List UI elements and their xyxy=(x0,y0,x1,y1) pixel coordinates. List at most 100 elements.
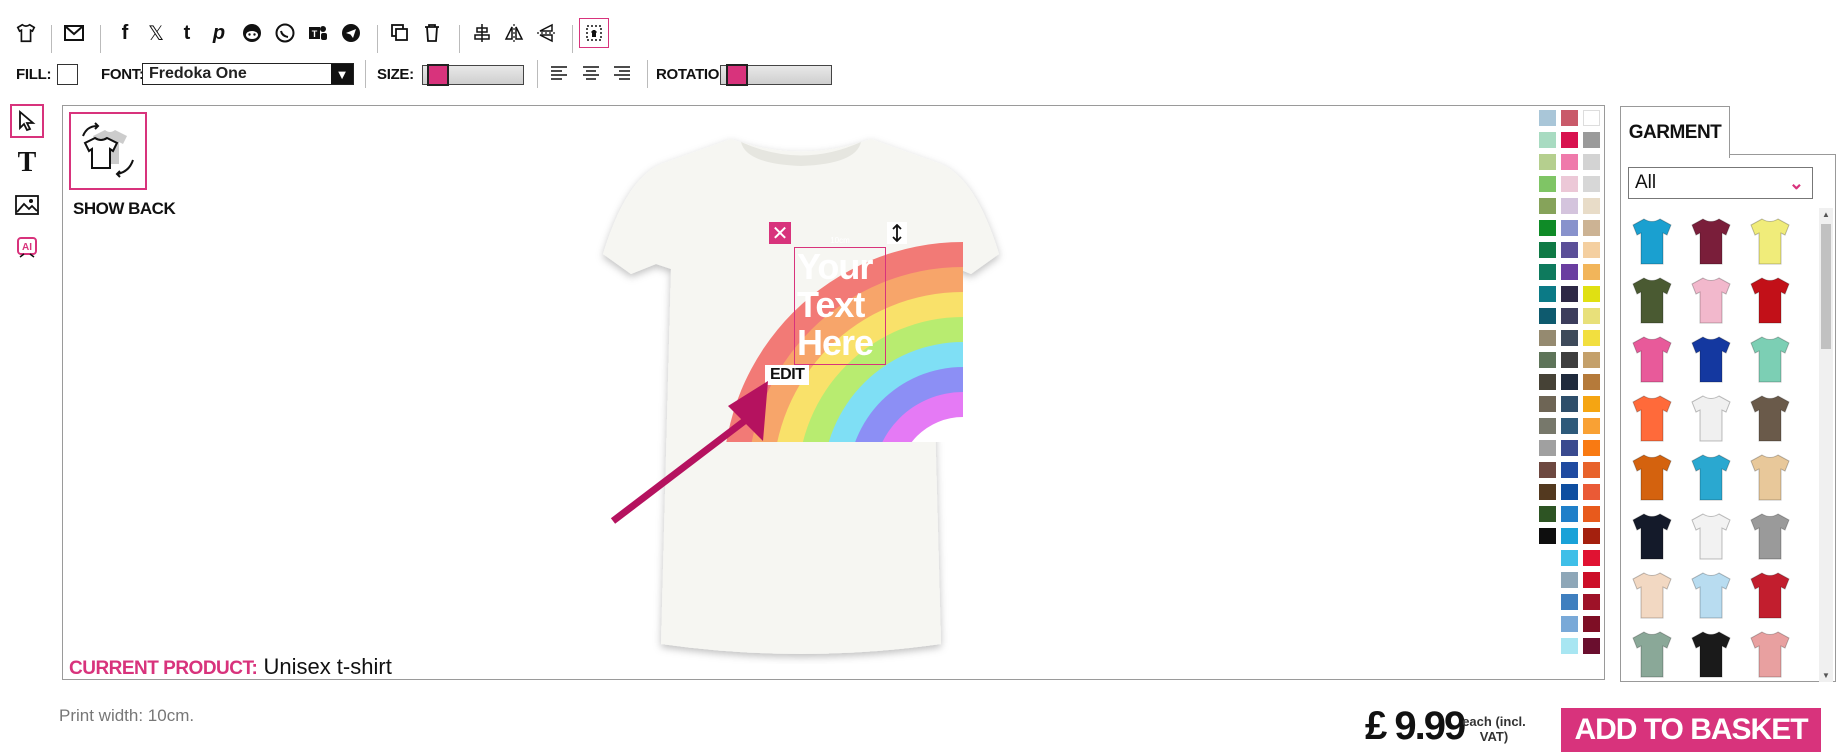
reddit-icon[interactable] xyxy=(237,18,267,48)
garment-item-pink-tshirt[interactable] xyxy=(1688,274,1734,326)
garment-item-olive-tshirt[interactable] xyxy=(1629,274,1675,326)
color-swatch[interactable] xyxy=(1583,132,1600,148)
color-swatch[interactable] xyxy=(1539,154,1556,170)
rotation-slider[interactable] xyxy=(720,64,832,86)
garment-item-sage-longsleeve[interactable] xyxy=(1629,628,1675,680)
color-swatch[interactable] xyxy=(1583,440,1600,456)
color-swatch[interactable] xyxy=(1539,374,1556,390)
color-swatch[interactable] xyxy=(1561,506,1578,522)
color-swatch[interactable] xyxy=(1561,374,1578,390)
color-swatch[interactable] xyxy=(1561,528,1578,544)
fill-color-picker[interactable] xyxy=(57,64,78,85)
resize-icon[interactable] xyxy=(887,222,907,244)
color-swatch[interactable] xyxy=(1561,110,1578,126)
color-swatch[interactable] xyxy=(1539,418,1556,434)
color-swatch[interactable] xyxy=(1561,308,1578,324)
garment-item-royal-blue-tshirt[interactable] xyxy=(1688,333,1734,385)
garment-item-brown-vest[interactable] xyxy=(1747,392,1793,444)
color-swatch[interactable] xyxy=(1561,484,1578,500)
telegram-icon[interactable] xyxy=(336,18,366,48)
color-swatch[interactable] xyxy=(1539,132,1556,148)
color-swatch[interactable] xyxy=(1539,440,1556,456)
design-canvas[interactable]: SHOW BACK 10cm Your Text Here ✕ EDIT CUR… xyxy=(62,105,1605,680)
color-swatch[interactable] xyxy=(1583,264,1600,280)
color-swatch[interactable] xyxy=(1561,176,1578,192)
color-swatch[interactable] xyxy=(1539,352,1556,368)
color-swatch[interactable] xyxy=(1583,308,1600,324)
color-swatch[interactable] xyxy=(1539,528,1556,544)
size-slider[interactable] xyxy=(422,64,524,86)
color-swatch[interactable] xyxy=(1539,242,1556,258)
color-swatch[interactable] xyxy=(1583,220,1600,236)
flip-vertical-icon[interactable] xyxy=(531,18,561,48)
color-swatch[interactable] xyxy=(1561,286,1578,302)
color-swatch[interactable] xyxy=(1539,308,1556,324)
color-swatch[interactable] xyxy=(1561,132,1578,148)
rotation-slider-thumb[interactable] xyxy=(725,64,748,86)
tshirt-icon[interactable] xyxy=(11,18,41,48)
teams-icon[interactable]: T xyxy=(303,18,333,48)
color-swatch[interactable] xyxy=(1561,264,1578,280)
garment-item-red-tshirt[interactable] xyxy=(1747,274,1793,326)
size-slider-thumb[interactable] xyxy=(427,64,449,86)
color-swatch[interactable] xyxy=(1561,154,1578,170)
tab-garment[interactable]: GARMENT xyxy=(1620,106,1730,158)
color-swatch[interactable] xyxy=(1583,594,1600,610)
scrollbar-thumb[interactable] xyxy=(1821,224,1831,349)
color-swatch[interactable] xyxy=(1583,176,1600,192)
garment-item-orange-hoodie[interactable] xyxy=(1629,451,1675,503)
tumblr-icon[interactable]: t xyxy=(172,18,202,48)
align-left-icon[interactable] xyxy=(550,65,570,85)
color-swatch[interactable] xyxy=(1583,572,1600,588)
color-swatch[interactable] xyxy=(1583,550,1600,566)
text-icon[interactable]: T xyxy=(10,146,44,180)
scroll-up-icon[interactable]: ▲ xyxy=(1822,210,1830,219)
color-swatch[interactable] xyxy=(1539,220,1556,236)
color-swatch[interactable] xyxy=(1561,638,1578,654)
garment-item-coral-tshirt[interactable] xyxy=(1629,392,1675,444)
color-swatch[interactable] xyxy=(1561,572,1578,588)
garment-item-natural-tshirt[interactable] xyxy=(1629,569,1675,621)
scroll-down-icon[interactable]: ▼ xyxy=(1822,671,1830,680)
garment-item-hot-pink-tshirt[interactable] xyxy=(1629,333,1675,385)
color-swatch[interactable] xyxy=(1583,352,1600,368)
whatsapp-icon[interactable] xyxy=(270,18,300,48)
color-swatch[interactable] xyxy=(1583,528,1600,544)
trash-icon[interactable] xyxy=(417,18,447,48)
garment-item-varsity-jacket[interactable] xyxy=(1747,569,1793,621)
color-swatch[interactable] xyxy=(1583,616,1600,632)
garment-item-peach-vest[interactable] xyxy=(1747,628,1793,680)
garment-item-turquoise-hoodie[interactable] xyxy=(1688,451,1734,503)
close-icon[interactable]: ✕ xyxy=(769,222,791,245)
garment-item-turquoise-tshirt[interactable] xyxy=(1629,215,1675,267)
color-swatch[interactable] xyxy=(1583,418,1600,434)
garment-item-grey-hoodie[interactable] xyxy=(1747,510,1793,562)
color-swatch[interactable] xyxy=(1561,330,1578,346)
ai-icon[interactable]: AI xyxy=(10,230,44,264)
color-swatch[interactable] xyxy=(1583,638,1600,654)
garment-item-lightblue-tshirt[interactable] xyxy=(1688,569,1734,621)
garment-item-baseball-tshirt[interactable] xyxy=(1688,510,1734,562)
color-swatch[interactable] xyxy=(1583,506,1600,522)
x-icon[interactable]: 𝕏 xyxy=(141,18,171,48)
color-swatch[interactable] xyxy=(1583,462,1600,478)
garment-filter-select[interactable]: All ⌄ xyxy=(1628,167,1813,199)
color-swatch[interactable] xyxy=(1561,220,1578,236)
pointer-icon[interactable] xyxy=(10,104,44,138)
color-swatch[interactable] xyxy=(1583,484,1600,500)
duplicate-icon[interactable] xyxy=(385,18,415,48)
color-swatch[interactable] xyxy=(1561,242,1578,258)
garment-item-navy-tshirt[interactable] xyxy=(1629,510,1675,562)
text-element[interactable]: 10cm Your Text Here xyxy=(794,236,886,365)
color-swatch[interactable] xyxy=(1539,286,1556,302)
pinterest-icon[interactable]: p xyxy=(204,18,234,48)
color-swatch[interactable] xyxy=(1583,330,1600,346)
color-swatch[interactable] xyxy=(1561,616,1578,632)
color-swatch[interactable] xyxy=(1539,462,1556,478)
color-swatch[interactable] xyxy=(1561,198,1578,214)
color-swatch[interactable] xyxy=(1561,352,1578,368)
color-swatch[interactable] xyxy=(1539,110,1556,126)
image-icon[interactable] xyxy=(10,188,44,222)
color-swatch[interactable] xyxy=(1539,176,1556,192)
color-swatch[interactable] xyxy=(1561,396,1578,412)
